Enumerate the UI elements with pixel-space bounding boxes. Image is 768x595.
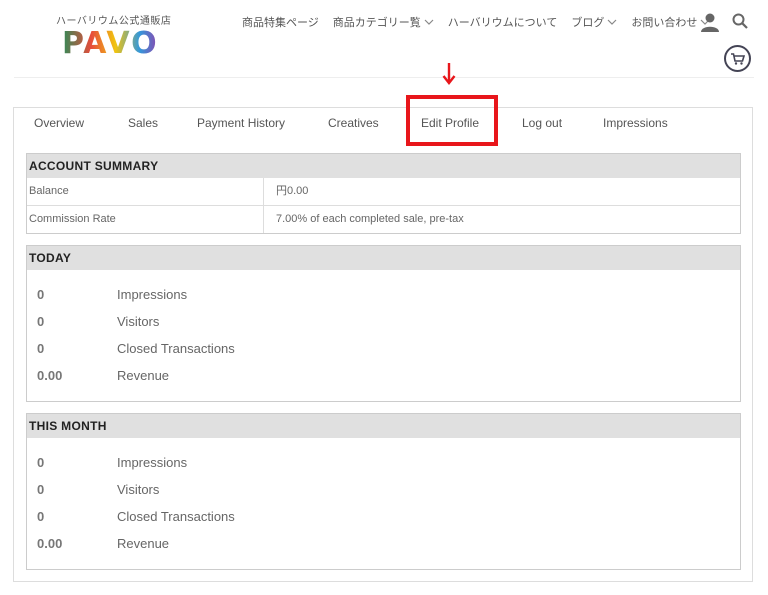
cart-button[interactable]: [724, 45, 751, 72]
stat-row-revenue: 0.00 Revenue: [27, 362, 740, 389]
stat-value: 0.00: [37, 536, 63, 551]
stat-row-visitors: 0 Visitors: [27, 476, 740, 503]
stat-label: Closed Transactions: [117, 341, 235, 356]
stat-row-impressions: 0 Impressions: [27, 449, 740, 476]
logo-wordmark: PAVO: [62, 26, 159, 61]
nav-item-label: お問い合わせ: [631, 17, 698, 29]
cart-icon: [730, 52, 745, 65]
stat-value: 0: [37, 314, 45, 329]
stat-label: Revenue: [117, 368, 170, 383]
chevron-down-icon: [607, 19, 617, 25]
tab-impressions[interactable]: Impressions: [603, 116, 668, 130]
nav-item-label: ブログ: [571, 17, 605, 29]
search-icon[interactable]: [732, 13, 748, 29]
nav-item-blog[interactable]: ブログ: [571, 14, 617, 30]
section-title: ACCOUNT SUMMARY: [27, 154, 740, 178]
site-header: ハーバリウム公式通販店 PAVO 商品特集ページ 商品カテゴリー覧 ハーバリウム…: [0, 0, 768, 78]
stat-label: Impressions: [117, 287, 188, 302]
stat-label: Revenue: [117, 536, 170, 551]
stat-value: 0: [37, 341, 45, 356]
summary-row-balance: Balance 円0.00: [27, 178, 740, 205]
down-arrow-icon: [442, 63, 456, 85]
summary-value: 円0.00: [276, 185, 309, 197]
chevron-down-icon: [424, 19, 434, 25]
nav-item-categories[interactable]: 商品カテゴリー覧: [333, 14, 434, 30]
stat-value: 0.00: [37, 368, 63, 383]
site-logo[interactable]: ハーバリウム公式通販店 PAVO: [56, 12, 174, 61]
stat-value: 0: [37, 455, 45, 470]
stat-value: 0: [37, 287, 45, 302]
stat-value: 0: [37, 509, 45, 524]
tab-overview[interactable]: Overview: [34, 116, 84, 130]
stat-row-closed-transactions: 0 Closed Transactions: [27, 335, 740, 362]
stat-row-closed-transactions: 0 Closed Transactions: [27, 503, 740, 530]
header-divider: [14, 77, 754, 78]
top-navigation: 商品特集ページ 商品カテゴリー覧 ハーバリウムについて ブログ お問い合わせ: [242, 14, 724, 30]
stat-label: Visitors: [117, 314, 160, 329]
tab-creatives[interactable]: Creatives: [328, 116, 379, 130]
section-title: THIS MONTH: [27, 414, 740, 438]
nav-item-label: ハーバリウムについて: [447, 17, 558, 29]
affiliate-dashboard: Overview Sales Payment History Creatives…: [13, 95, 753, 582]
stat-label: Visitors: [117, 482, 160, 497]
summary-row-commission-rate: Commission Rate 7.00% of each completed …: [27, 205, 740, 232]
tab-payment-history[interactable]: Payment History: [197, 116, 285, 130]
nav-item-features[interactable]: 商品特集ページ: [242, 14, 319, 30]
stat-label: Closed Transactions: [117, 509, 235, 524]
tab-log-out[interactable]: Log out: [522, 116, 562, 130]
this-month-section: THIS MONTH 0 Impressions 0 Visitors 0 Cl…: [26, 413, 741, 570]
logo-tagline: ハーバリウム公式通販店: [56, 16, 172, 27]
summary-label: Balance: [29, 185, 69, 197]
stat-value: 0: [37, 482, 45, 497]
tab-sales[interactable]: Sales: [128, 116, 158, 130]
today-section: TODAY 0 Impressions 0 Visitors 0 Closed …: [26, 245, 741, 402]
account-summary-section: ACCOUNT SUMMARY Balance 円0.00 Commission…: [26, 153, 741, 234]
stat-label: Impressions: [117, 455, 188, 470]
stat-row-visitors: 0 Visitors: [27, 308, 740, 335]
section-title: TODAY: [27, 246, 740, 270]
nav-item-contact[interactable]: お問い合わせ: [631, 14, 710, 30]
stat-row-impressions: 0 Impressions: [27, 281, 740, 308]
nav-item-about-herbarium[interactable]: ハーバリウムについて: [448, 14, 558, 30]
column-divider: [263, 178, 264, 233]
summary-label: Commission Rate: [29, 213, 116, 225]
dashboard-tabs: Overview Sales Payment History Creatives…: [14, 95, 752, 146]
nav-item-label: 商品特集ページ: [242, 17, 319, 29]
user-icon[interactable]: [700, 12, 720, 32]
stat-row-revenue: 0.00 Revenue: [27, 530, 740, 557]
edit-profile-highlight: [406, 95, 498, 146]
summary-value: 7.00% of each completed sale, pre-tax: [276, 213, 464, 225]
nav-item-label: 商品カテゴリー覧: [332, 17, 421, 29]
